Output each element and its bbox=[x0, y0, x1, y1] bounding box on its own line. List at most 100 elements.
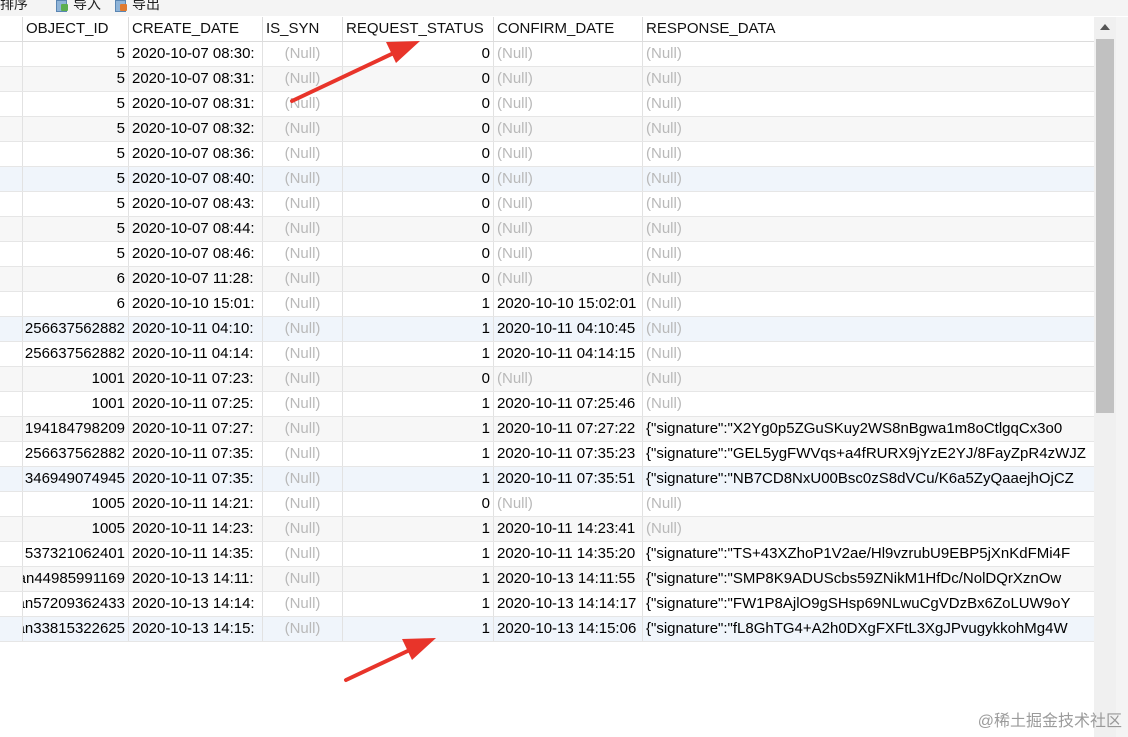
table-row[interactable]: ran57209362433 2020-10-13 14:14: (Null) 1 20… bbox=[0, 592, 1094, 617]
create-date-cell[interactable]: 2020-10-11 04:14: bbox=[129, 342, 263, 366]
response-data-cell[interactable]: (Null) bbox=[643, 492, 1094, 516]
object-id-cell[interactable]: 5 bbox=[23, 42, 129, 66]
column-header-response-data[interactable]: RESPONSE_DATA bbox=[643, 17, 1094, 41]
is-syn-cell[interactable]: (Null) bbox=[263, 92, 343, 116]
object-id-cell[interactable]: 5 bbox=[23, 217, 129, 241]
object-id-cell[interactable]: 194184798209 bbox=[23, 417, 129, 441]
confirm-date-cell[interactable]: 2020-10-10 15:02:01 bbox=[494, 292, 643, 316]
response-data-cell[interactable]: (Null) bbox=[643, 517, 1094, 541]
object-id-cell[interactable]: 5 bbox=[23, 117, 129, 141]
object-id-cell[interactable]: 346949074945 bbox=[23, 467, 129, 491]
object-id-cell[interactable]: 6 bbox=[23, 292, 129, 316]
row-indicator-cell[interactable] bbox=[0, 367, 23, 391]
confirm-date-cell[interactable]: 2020-10-13 14:14:17 bbox=[494, 592, 643, 616]
row-indicator-cell[interactable] bbox=[0, 167, 23, 191]
object-id-cell[interactable]: 5 bbox=[23, 92, 129, 116]
object-id-cell[interactable]: 1001 bbox=[23, 392, 129, 416]
is-syn-cell[interactable]: (Null) bbox=[263, 442, 343, 466]
row-indicator-cell[interactable] bbox=[0, 392, 23, 416]
confirm-date-cell[interactable]: (Null) bbox=[494, 192, 643, 216]
create-date-cell[interactable]: 2020-10-07 08:31: bbox=[129, 92, 263, 116]
object-id-cell[interactable]: 1001 bbox=[23, 367, 129, 391]
confirm-date-cell[interactable]: (Null) bbox=[494, 117, 643, 141]
is-syn-cell[interactable]: (Null) bbox=[263, 42, 343, 66]
row-indicator-cell[interactable] bbox=[0, 292, 23, 316]
table-row[interactable]: 194184798209 2020-10-11 07:27: (Null) 1 2020… bbox=[0, 417, 1094, 442]
create-date-cell[interactable]: 2020-10-07 08:32: bbox=[129, 117, 263, 141]
response-data-cell[interactable]: {"signature":"SMP8K9ADUScbs59ZNikM1HfDc/… bbox=[643, 567, 1094, 591]
request-status-cell[interactable]: 0 bbox=[343, 217, 494, 241]
request-status-cell[interactable]: 1 bbox=[343, 567, 494, 591]
create-date-cell[interactable]: 2020-10-11 14:23: bbox=[129, 517, 263, 541]
table-row[interactable]: 5 2020-10-07 08:31: (Null) 0 (Null) (Null) bbox=[0, 92, 1094, 117]
object-id-cell[interactable]: 256637562882 bbox=[23, 317, 129, 341]
response-data-cell[interactable]: (Null) bbox=[643, 142, 1094, 166]
table-row[interactable]: 5 2020-10-07 08:32: (Null) 0 (Null) (Null) bbox=[0, 117, 1094, 142]
table-row[interactable]: 6 2020-10-10 15:01: (Null) 1 2020-10-10 15:0… bbox=[0, 292, 1094, 317]
column-header-request-status[interactable]: REQUEST_STATUS bbox=[343, 17, 494, 41]
request-status-cell[interactable]: 1 bbox=[343, 517, 494, 541]
export-button[interactable]: 导出 bbox=[132, 0, 160, 14]
confirm-date-cell[interactable]: 2020-10-11 14:35:20 bbox=[494, 542, 643, 566]
create-date-cell[interactable]: 2020-10-13 14:11: bbox=[129, 567, 263, 591]
response-data-cell[interactable]: (Null) bbox=[643, 192, 1094, 216]
create-date-cell[interactable]: 2020-10-11 07:35: bbox=[129, 467, 263, 491]
row-indicator-cell[interactable] bbox=[0, 192, 23, 216]
column-header-confirm-date[interactable]: CONFIRM_DATE bbox=[494, 17, 643, 41]
object-id-cell[interactable]: 5 bbox=[23, 67, 129, 91]
response-data-cell[interactable]: (Null) bbox=[643, 392, 1094, 416]
create-date-cell[interactable]: 2020-10-11 07:25: bbox=[129, 392, 263, 416]
object-id-cell[interactable]: 537321062401 bbox=[23, 542, 129, 566]
row-indicator-cell[interactable] bbox=[0, 142, 23, 166]
response-data-cell[interactable]: {"signature":"fL8GhTG4+A2h0DXgFXFtL3XgJP… bbox=[643, 617, 1094, 641]
confirm-date-cell[interactable]: 2020-10-11 07:25:46 bbox=[494, 392, 643, 416]
object-id-cell[interactable]: 1005 bbox=[23, 517, 129, 541]
table-row[interactable]: 256637562882 2020-10-11 04:14: (Null) 1 2020… bbox=[0, 342, 1094, 367]
row-indicator-cell[interactable] bbox=[0, 617, 23, 641]
response-data-cell[interactable]: (Null) bbox=[643, 167, 1094, 191]
create-date-cell[interactable]: 2020-10-11 07:23: bbox=[129, 367, 263, 391]
object-id-cell[interactable]: 256637562882 bbox=[23, 442, 129, 466]
request-status-cell[interactable]: 1 bbox=[343, 442, 494, 466]
create-date-cell[interactable]: 2020-10-07 08:36: bbox=[129, 142, 263, 166]
is-syn-cell[interactable]: (Null) bbox=[263, 542, 343, 566]
is-syn-cell[interactable]: (Null) bbox=[263, 267, 343, 291]
is-syn-cell[interactable]: (Null) bbox=[263, 567, 343, 591]
row-indicator-cell[interactable] bbox=[0, 67, 23, 91]
object-id-cell[interactable]: 1005 bbox=[23, 492, 129, 516]
row-indicator-cell[interactable] bbox=[0, 267, 23, 291]
create-date-cell[interactable]: 2020-10-11 14:21: bbox=[129, 492, 263, 516]
is-syn-cell[interactable]: (Null) bbox=[263, 592, 343, 616]
object-id-cell[interactable]: 5 bbox=[23, 242, 129, 266]
is-syn-cell[interactable]: (Null) bbox=[263, 317, 343, 341]
table-row[interactable]: 5 2020-10-07 08:44: (Null) 0 (Null) (Null) bbox=[0, 217, 1094, 242]
confirm-date-cell[interactable]: (Null) bbox=[494, 367, 643, 391]
request-status-cell[interactable]: 0 bbox=[343, 267, 494, 291]
confirm-date-cell[interactable]: (Null) bbox=[494, 92, 643, 116]
response-data-cell[interactable]: (Null) bbox=[643, 367, 1094, 391]
response-data-cell[interactable]: {"signature":"FW1P8AjlO9gSHsp69NLwuCgVDz… bbox=[643, 592, 1094, 616]
is-syn-cell[interactable]: (Null) bbox=[263, 467, 343, 491]
request-status-cell[interactable]: 1 bbox=[343, 292, 494, 316]
sort-button[interactable]: 排序 bbox=[0, 0, 28, 14]
confirm-date-cell[interactable]: 2020-10-11 04:14:15 bbox=[494, 342, 643, 366]
response-data-cell[interactable]: {"signature":"NB7CD8NxU00Bsc0zS8dVCu/K6a… bbox=[643, 467, 1094, 491]
confirm-date-cell[interactable]: 2020-10-13 14:15:06 bbox=[494, 617, 643, 641]
table-row[interactable]: 5 2020-10-07 08:46: (Null) 0 (Null) (Null) bbox=[0, 242, 1094, 267]
response-data-cell[interactable]: (Null) bbox=[643, 117, 1094, 141]
response-data-cell[interactable]: (Null) bbox=[643, 42, 1094, 66]
response-data-cell[interactable]: (Null) bbox=[643, 342, 1094, 366]
object-id-cell[interactable]: 5 bbox=[23, 167, 129, 191]
confirm-date-cell[interactable]: (Null) bbox=[494, 242, 643, 266]
object-id-cell[interactable]: ran33815322625 bbox=[23, 617, 129, 641]
response-data-cell[interactable]: {"signature":"GEL5ygFWVqs+a4fRURX9jYzE2Y… bbox=[643, 442, 1094, 466]
table-row[interactable]: 346949074945 2020-10-11 07:35: (Null) 1 2020… bbox=[0, 467, 1094, 492]
row-indicator-cell[interactable] bbox=[0, 242, 23, 266]
request-status-cell[interactable]: 0 bbox=[343, 167, 494, 191]
request-status-cell[interactable]: 0 bbox=[343, 42, 494, 66]
table-row[interactable]: 6 2020-10-07 11:28: (Null) 0 (Null) (Null) bbox=[0, 267, 1094, 292]
response-data-cell[interactable]: (Null) bbox=[643, 67, 1094, 91]
vertical-scrollbar[interactable] bbox=[1094, 17, 1116, 737]
row-indicator-cell[interactable] bbox=[0, 567, 23, 591]
confirm-date-cell[interactable]: (Null) bbox=[494, 67, 643, 91]
